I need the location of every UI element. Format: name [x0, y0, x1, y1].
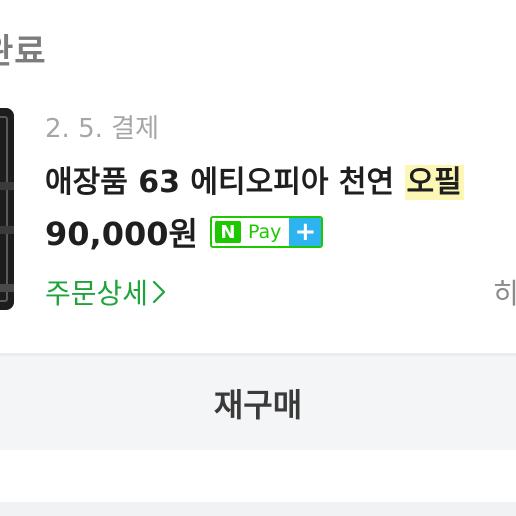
next-card-edge [0, 502, 516, 516]
reorder-button[interactable]: 재구매 [0, 356, 516, 450]
order-status-title: 완료 [0, 32, 47, 72]
price-row: 90,000원 N Pay + [45, 212, 324, 253]
spacer [0, 450, 516, 502]
payment-date: 2. 5. 결제 [45, 114, 159, 144]
chevron-right-icon [152, 280, 166, 304]
order-detail-label: 주문상세 [45, 277, 149, 310]
secondary-action-link[interactable]: 히 [493, 272, 516, 312]
order-detail-link[interactable]: 주문상세 [45, 272, 166, 312]
naver-pay-plus-badge: N Pay + [209, 216, 324, 248]
product-name-highlight: 오필 [404, 165, 464, 200]
thumbnail-frame [0, 116, 8, 302]
thumbnail-detail [0, 182, 14, 190]
thumbnail-detail [0, 226, 14, 234]
thumbnail-detail [0, 284, 14, 292]
product-name-text: 애장품 63 에티오피아 천연 [45, 165, 405, 200]
price: 90,000원 [45, 215, 198, 253]
product-thumbnail[interactable] [0, 108, 14, 310]
pay-label: Pay [247, 221, 282, 243]
plus-icon: + [289, 218, 322, 246]
naver-n-icon: N [214, 221, 241, 243]
product-name[interactable]: 애장품 63 에티오피아 천연 오필 [45, 157, 464, 201]
